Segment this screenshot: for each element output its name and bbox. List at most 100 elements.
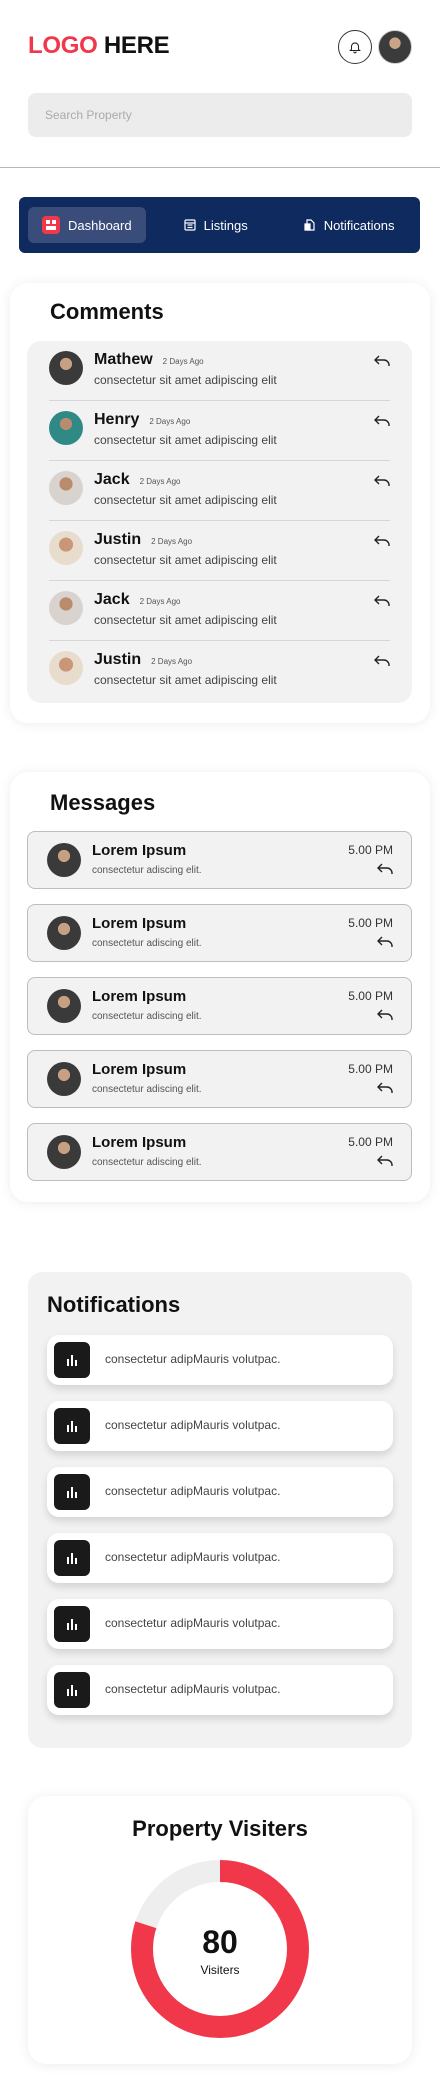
message-time: 5.00 PM — [348, 843, 393, 857]
comment-time: 2 Days Ago — [151, 537, 193, 546]
message-preview: consectetur adiscing elit. — [92, 1157, 202, 1168]
messages-title: Messages — [50, 790, 156, 815]
comment-item[interactable]: Henry 2 Days Ago consectetur sit amet adi… — [49, 401, 390, 461]
avatar — [49, 591, 83, 625]
reply-icon[interactable] — [374, 415, 390, 427]
bar-chart-icon — [54, 1342, 90, 1378]
comment-text: consectetur sit amet adipiscing elit — [94, 673, 277, 687]
nav-dashboard-label: Dashboard — [68, 217, 132, 233]
search-input[interactable] — [45, 108, 412, 122]
message-sender: Lorem Ipsum — [92, 915, 187, 932]
message-sender: Lorem Ipsum — [92, 1061, 187, 1078]
avatar — [49, 531, 83, 565]
nav-listings[interactable]: Listings — [170, 207, 262, 243]
comment-time: 2 Days Ago — [151, 657, 193, 666]
property-visitors-card: Property Visiters 80 Visiters — [28, 1796, 412, 2064]
bar-chart-icon — [54, 1408, 90, 1444]
logo-text-secondary: HERE — [103, 32, 170, 59]
comment-time: 2 Days Ago — [149, 417, 191, 426]
notifications-title: Notifications — [47, 1292, 181, 1317]
comment-author: Jack — [94, 591, 130, 608]
notification-item[interactable]: consectetur adipMauris volutpac. — [47, 1335, 393, 1385]
listings-icon — [184, 219, 196, 231]
notification-item[interactable]: consectetur adipMauris volutpac. — [47, 1401, 393, 1451]
comments-list: Mathew 2 Days Ago consectetur sit amet ad… — [27, 341, 412, 703]
reply-icon[interactable] — [377, 1155, 393, 1167]
comments-card: Comments Mathew 2 Days Ago consectetur si… — [10, 283, 430, 723]
comment-text: consectetur sit amet adipiscing elit — [94, 613, 277, 627]
comment-time: 2 Days Ago — [162, 357, 204, 366]
reply-icon[interactable] — [377, 1009, 393, 1021]
comment-text: consectetur sit amet adipiscing elit — [94, 493, 277, 507]
notification-bell-button[interactable] — [338, 30, 372, 64]
reply-icon[interactable] — [374, 595, 390, 607]
message-time: 5.00 PM — [348, 989, 393, 1003]
comments-title: Comments — [50, 299, 164, 324]
reply-icon[interactable] — [374, 355, 390, 367]
message-preview: consectetur adiscing elit. — [92, 938, 202, 949]
message-item[interactable]: Lorem Ipsum consectetur adiscing elit. 5… — [27, 977, 412, 1035]
comment-time: 2 Days Ago — [139, 597, 181, 606]
comment-item[interactable]: Jack 2 Days Ago consectetur sit amet adip… — [49, 581, 390, 641]
visitors-title: Property Visiters — [132, 1816, 308, 1841]
comment-item[interactable]: Justin 2 Days Ago consectetur sit amet ad… — [49, 521, 390, 581]
notification-item[interactable]: consectetur adipMauris volutpac. — [47, 1599, 393, 1649]
message-item[interactable]: Lorem Ipsum consectetur adiscing elit. 5… — [27, 1123, 412, 1181]
reply-icon[interactable] — [377, 1082, 393, 1094]
message-item[interactable]: Lorem Ipsum consectetur adiscing elit. 5… — [27, 1050, 412, 1108]
notification-item[interactable]: consectetur adipMauris volutpac. — [47, 1665, 393, 1715]
comment-item[interactable]: Jack 2 Days Ago consectetur sit amet adip… — [49, 461, 390, 521]
message-time: 5.00 PM — [348, 916, 393, 930]
nav-notifications-label: Notifications — [323, 217, 395, 233]
user-avatar[interactable] — [378, 30, 412, 64]
notification-text: consectetur adipMauris volutpac. — [105, 1418, 281, 1432]
message-time: 5.00 PM — [348, 1062, 393, 1076]
comment-author: Jack — [94, 471, 130, 488]
message-item[interactable]: Lorem Ipsum consectetur adiscing elit. 5… — [27, 831, 412, 889]
message-preview: consectetur adiscing elit. — [92, 865, 202, 876]
nav-listings-label: Listings — [203, 217, 248, 233]
nav-notifications[interactable]: Notifications — [290, 207, 409, 243]
avatar — [47, 1062, 81, 1096]
visitors-count: 80 — [202, 1924, 238, 1960]
reply-icon[interactable] — [377, 863, 393, 875]
bar-chart-icon — [54, 1672, 90, 1708]
reply-icon[interactable] — [374, 475, 390, 487]
avatar — [47, 843, 81, 877]
bar-chart-icon — [54, 1474, 90, 1510]
notifications-card: Notifications consectetur adipMauris vol… — [28, 1272, 412, 1748]
message-sender: Lorem Ipsum — [92, 842, 187, 859]
comment-text: consectetur sit amet adipiscing elit — [94, 373, 277, 387]
message-preview: consectetur adiscing elit. — [92, 1011, 202, 1022]
comment-text: consectetur sit amet adipiscing elit — [94, 433, 277, 447]
notification-text: consectetur adipMauris volutpac. — [105, 1616, 281, 1630]
avatar — [49, 351, 83, 385]
reply-icon[interactable] — [374, 655, 390, 667]
logo-text-primary: LOGO — [28, 32, 98, 59]
reply-icon[interactable] — [377, 936, 393, 948]
comment-author: Henry — [94, 411, 140, 428]
notification-text: consectetur adipMauris volutpac. — [105, 1352, 281, 1366]
avatar — [49, 471, 83, 505]
message-sender: Lorem Ipsum — [92, 1134, 187, 1151]
comment-item[interactable]: Mathew 2 Days Ago consectetur sit amet ad… — [49, 341, 390, 401]
nav-dashboard[interactable]: Dashboard — [28, 207, 146, 243]
messages-card: Messages Lorem Ipsum consectetur adiscin… — [10, 772, 430, 1202]
message-item[interactable]: Lorem Ipsum consectetur adiscing elit. 5… — [27, 904, 412, 962]
search-bar[interactable] — [28, 93, 412, 137]
notification-text: consectetur adipMauris volutpac. — [105, 1550, 281, 1564]
comment-author: Justin — [94, 651, 142, 668]
comment-item[interactable]: Justin 2 Days Ago consectetur sit amet ad… — [49, 641, 390, 701]
notification-item[interactable]: consectetur adipMauris volutpac. — [47, 1467, 393, 1517]
avatar — [47, 916, 81, 950]
main-nav: Dashboard Listings Notifications — [19, 197, 420, 253]
bar-chart-icon — [54, 1606, 90, 1642]
notification-text: consectetur adipMauris volutpac. — [105, 1484, 281, 1498]
reply-icon[interactable] — [374, 535, 390, 547]
notification-item[interactable]: consectetur adipMauris volutpac. — [47, 1533, 393, 1583]
message-sender: Lorem Ipsum — [92, 988, 187, 1005]
logo[interactable]: LOGO HERE — [28, 32, 170, 60]
notification-text: consectetur adipMauris volutpac. — [105, 1682, 281, 1696]
message-preview: consectetur adiscing elit. — [92, 1084, 202, 1095]
header-divider — [0, 167, 440, 168]
